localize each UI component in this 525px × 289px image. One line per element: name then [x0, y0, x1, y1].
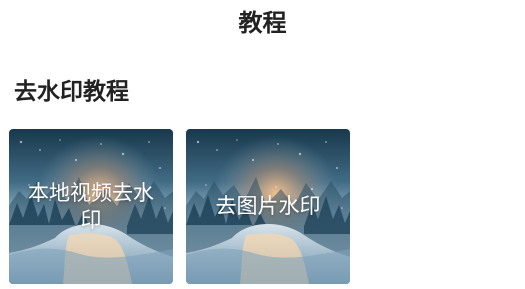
card-label: 本地视频去水印 [28, 180, 154, 232]
tutorial-card-local-video[interactable]: 本地视频去水印 [9, 129, 173, 284]
tutorial-card-image[interactable]: 去图片水印 [186, 129, 350, 284]
card-label: 去图片水印 [215, 194, 321, 218]
page-title: 教程 [238, 9, 287, 37]
section-title: 去水印教程 [14, 79, 129, 105]
tutorial-card-list: 本地视频去水印 去图片水印 [9, 129, 350, 284]
